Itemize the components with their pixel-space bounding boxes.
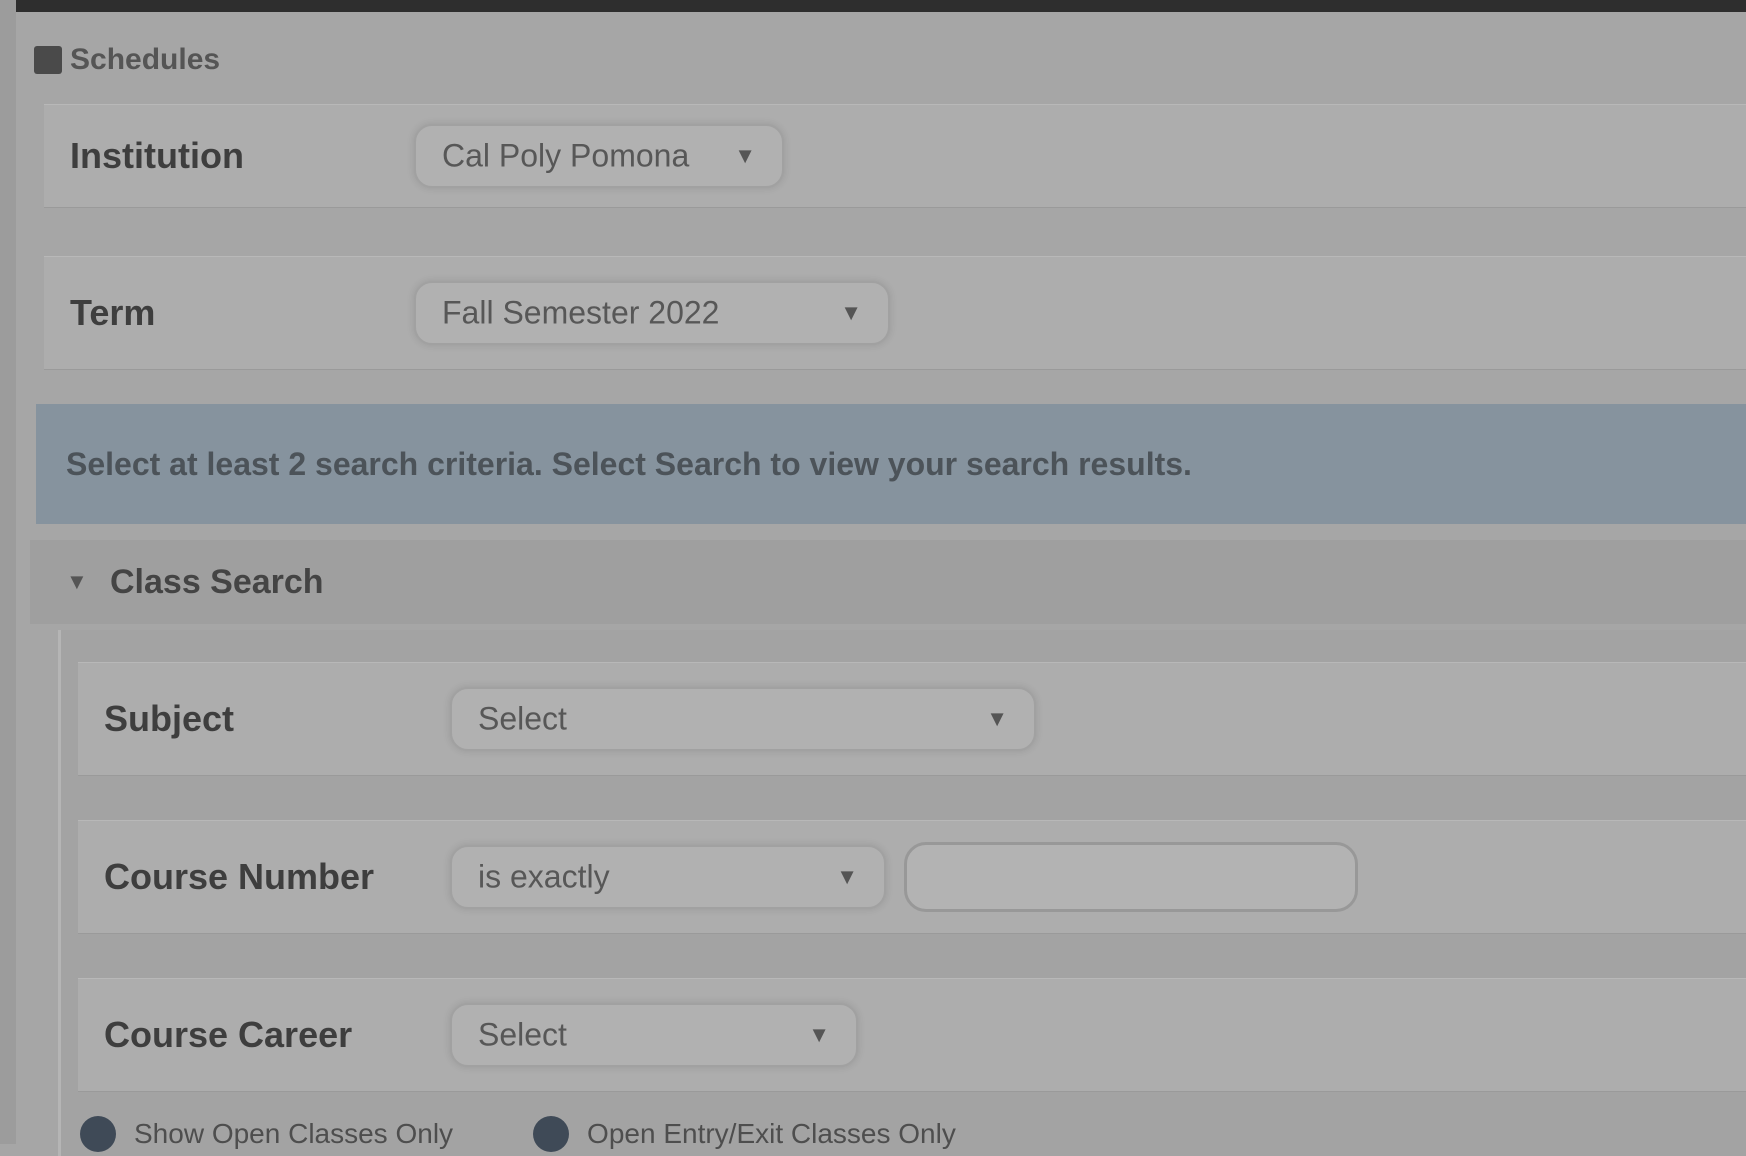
filter-checkboxes: Show Open Classes Only Open Entry/Exit C… — [80, 1112, 1746, 1156]
class-search-title: Class Search — [110, 562, 324, 601]
institution-row: Institution Cal Poly Pomona ▼ — [44, 104, 1746, 208]
course-career-label: Course Career — [104, 1014, 353, 1055]
calendar-icon — [34, 46, 62, 74]
course-number-operator-select[interactable]: is exactly ▼ — [450, 845, 886, 909]
term-row: Term Fall Semester 2022 ▼ — [44, 256, 1746, 370]
chevron-down-icon: ▼ — [840, 300, 862, 325]
course-number-label: Course Number — [104, 856, 375, 897]
checkbox-icon — [533, 1116, 570, 1152]
term-value: Fall Semester 2022 — [442, 294, 720, 331]
course-number-row: Course Number is exactly ▼ — [78, 820, 1746, 934]
subpanel-divider — [58, 630, 61, 1156]
window-top-bar — [0, 0, 1746, 12]
panel-header: Schedules — [34, 32, 220, 88]
course-career-row: Course Career Select ▼ — [78, 978, 1746, 1092]
institution-select[interactable]: Cal Poly Pomona ▼ — [414, 124, 784, 188]
subject-select[interactable]: Select ▼ — [450, 687, 1036, 751]
info-banner-text: Select at least 2 search criteria. Selec… — [66, 445, 1192, 482]
chevron-down-icon: ▼ — [808, 1022, 830, 1047]
subject-label: Subject — [104, 698, 235, 739]
open-classes-only-checkbox[interactable]: Show Open Classes Only — [80, 1116, 453, 1152]
subject-row: Subject Select ▼ — [78, 662, 1746, 776]
institution-value: Cal Poly Pomona — [442, 137, 690, 174]
subject-value: Select — [478, 700, 567, 737]
course-career-select[interactable]: Select ▼ — [450, 1003, 858, 1067]
search-panel: Schedules Institution Cal Poly Pomona ▼ … — [0, 12, 1746, 1156]
term-label: Term — [70, 292, 156, 333]
course-number-operator-value: is exactly — [478, 858, 610, 895]
term-select[interactable]: Fall Semester 2022 ▼ — [414, 281, 890, 345]
class-search-toggle[interactable]: ▼ Class Search — [30, 540, 1746, 624]
course-career-value: Select — [478, 1016, 567, 1053]
checkbox-label: Show Open Classes Only — [134, 1118, 454, 1149]
info-banner: Select at least 2 search criteria. Selec… — [36, 404, 1746, 524]
course-number-input[interactable] — [904, 842, 1358, 912]
checkbox-icon — [80, 1116, 116, 1152]
chevron-down-icon: ▼ — [986, 706, 1008, 731]
chevron-down-icon: ▼ — [836, 864, 858, 889]
chevron-down-icon: ▼ — [66, 569, 88, 594]
institution-label: Institution — [70, 135, 244, 176]
panel-title: Schedules — [70, 43, 221, 76]
checkbox-label: Open Entry/Exit Classes Only — [587, 1118, 956, 1149]
chevron-down-icon: ▼ — [734, 143, 756, 168]
open-entry-exit-checkbox[interactable]: Open Entry/Exit Classes Only — [533, 1116, 956, 1152]
